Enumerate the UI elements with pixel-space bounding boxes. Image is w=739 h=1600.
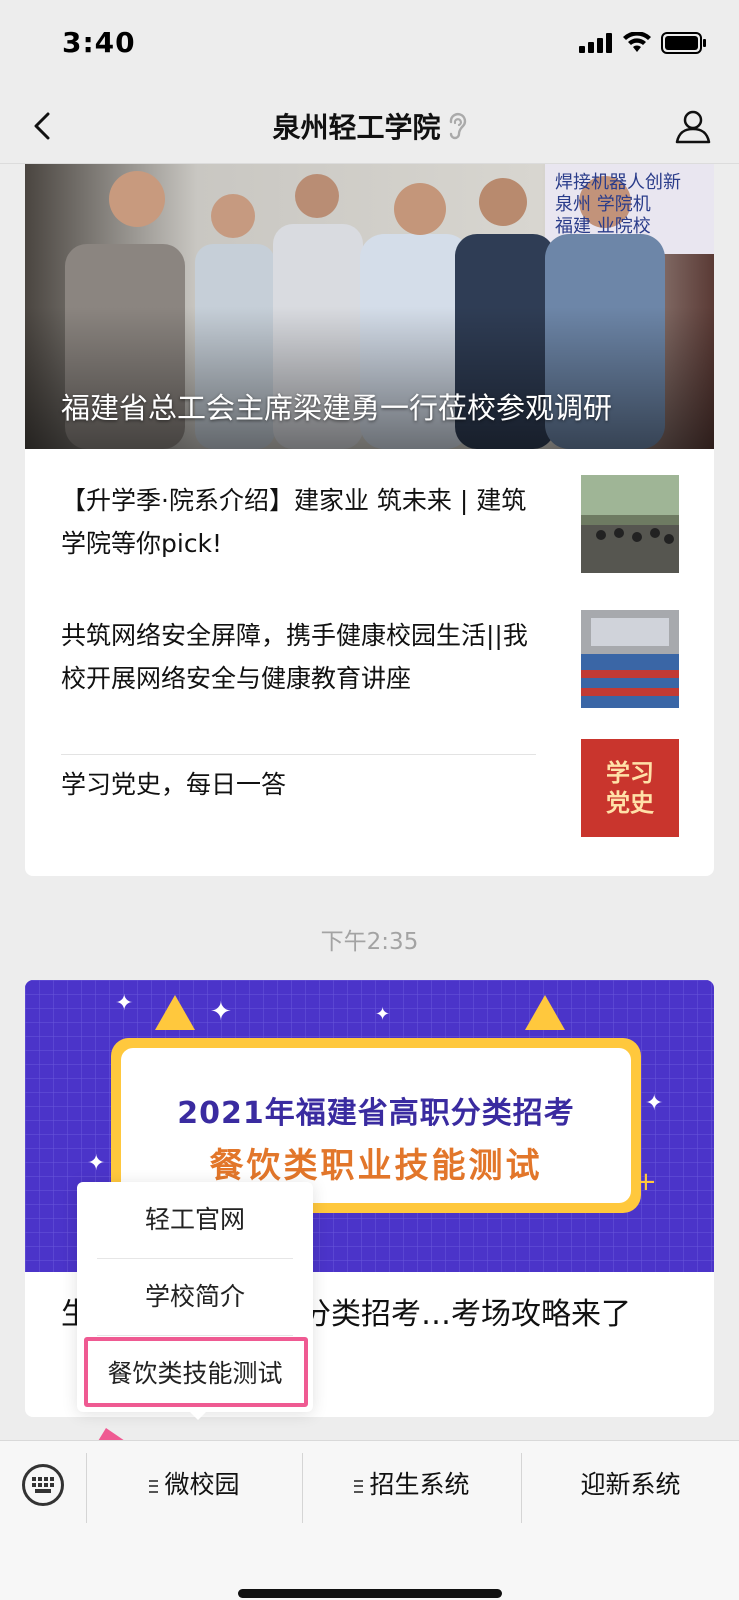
menu-item-campus[interactable]: 微校园 xyxy=(87,1465,302,1505)
bottom-menu-bar: 微校园 招生系统 迎新系统 xyxy=(0,1440,739,1600)
featured-caption: 福建省总工会主席梁建勇一行莅校参观调研 xyxy=(61,391,613,425)
svg-text:✦: ✦ xyxy=(87,1151,105,1176)
status-bar: 3:40 xyxy=(0,0,739,90)
status-icons xyxy=(579,32,707,54)
submenu-item-school-intro[interactable]: 学校简介 xyxy=(77,1259,313,1335)
message-timestamp: 下午2:35 xyxy=(320,929,419,955)
article-title: 学习党史，每日一答 xyxy=(61,770,287,799)
menu-list-icon xyxy=(149,1479,159,1493)
nav-bar: 泉州轻工学院 xyxy=(0,90,739,164)
highlight-box xyxy=(84,1337,308,1407)
battery-icon xyxy=(661,32,706,54)
svg-text:✦: ✦ xyxy=(375,1004,390,1025)
svg-text:党史: 党史 xyxy=(606,789,655,817)
submenu-item-official-site[interactable]: 轻工官网 xyxy=(77,1182,313,1258)
page-title: 泉州轻工学院 xyxy=(272,111,441,144)
svg-text:✦: ✦ xyxy=(210,997,232,1027)
submenu-popup: 轻工官网 学校简介 餐饮类技能测试 xyxy=(77,1182,313,1412)
menu-item-label: 迎新系统 xyxy=(580,1470,681,1499)
lecture-hall-photo-thumb xyxy=(581,610,679,708)
home-indicator xyxy=(238,1589,502,1598)
ear-icon xyxy=(449,113,466,140)
menu-item-label: 微校园 xyxy=(164,1470,240,1499)
svg-text:✦: ✦ xyxy=(645,1091,663,1116)
article-title: 共筑网络安全屏障，携手健康校园生活||我校开展网络安全与健康教育讲座 xyxy=(61,621,528,693)
signal-icon xyxy=(579,33,612,53)
list-item[interactable]: 共筑网络安全屏障，携手健康校园生活||我校开展网络安全与健康教育讲座 xyxy=(25,584,714,719)
list-item[interactable]: 学习党史，每日一答 学习 党史 xyxy=(25,719,714,854)
svg-text:✦: ✦ xyxy=(115,991,133,1016)
user-profile-icon[interactable] xyxy=(673,106,713,146)
promo-headline: 2021年福建省高职分类招考 xyxy=(177,1096,575,1131)
status-time: 3:40 xyxy=(62,26,136,59)
article-card: 焊接机器人创新 泉州 学院机 福建 业院校 福建省总工会主席梁建勇一行莅校参观调… xyxy=(25,164,714,876)
classroom-photo-thumb xyxy=(581,475,679,573)
featured-article[interactable]: 焊接机器人创新 泉州 学院机 福建 业院校 福建省总工会主席梁建勇一行莅校参观调… xyxy=(25,164,714,449)
menu-item-label: 招生系统 xyxy=(369,1470,470,1499)
wifi-icon xyxy=(623,32,651,52)
list-item[interactable]: 【升学季·院系介绍】建家业 筑未来 | 建筑学院等你pick! xyxy=(25,449,714,584)
promo-subheadline: 餐饮类职业技能测试 xyxy=(209,1146,543,1186)
svg-text:学习: 学习 xyxy=(606,759,654,787)
menu-item-freshman[interactable]: 迎新系统 xyxy=(522,1465,739,1505)
party-history-badge-thumb: 学习 党史 xyxy=(581,739,679,837)
article-title: 【升学季·院系介绍】建家业 筑未来 | 建筑学院等你pick! xyxy=(61,486,527,558)
keyboard-icon xyxy=(32,1477,54,1493)
menu-item-admissions[interactable]: 招生系统 xyxy=(303,1465,521,1505)
keyboard-toggle-button[interactable] xyxy=(22,1464,64,1506)
menu-list-icon xyxy=(354,1479,364,1493)
popup-arrow xyxy=(188,1410,208,1420)
